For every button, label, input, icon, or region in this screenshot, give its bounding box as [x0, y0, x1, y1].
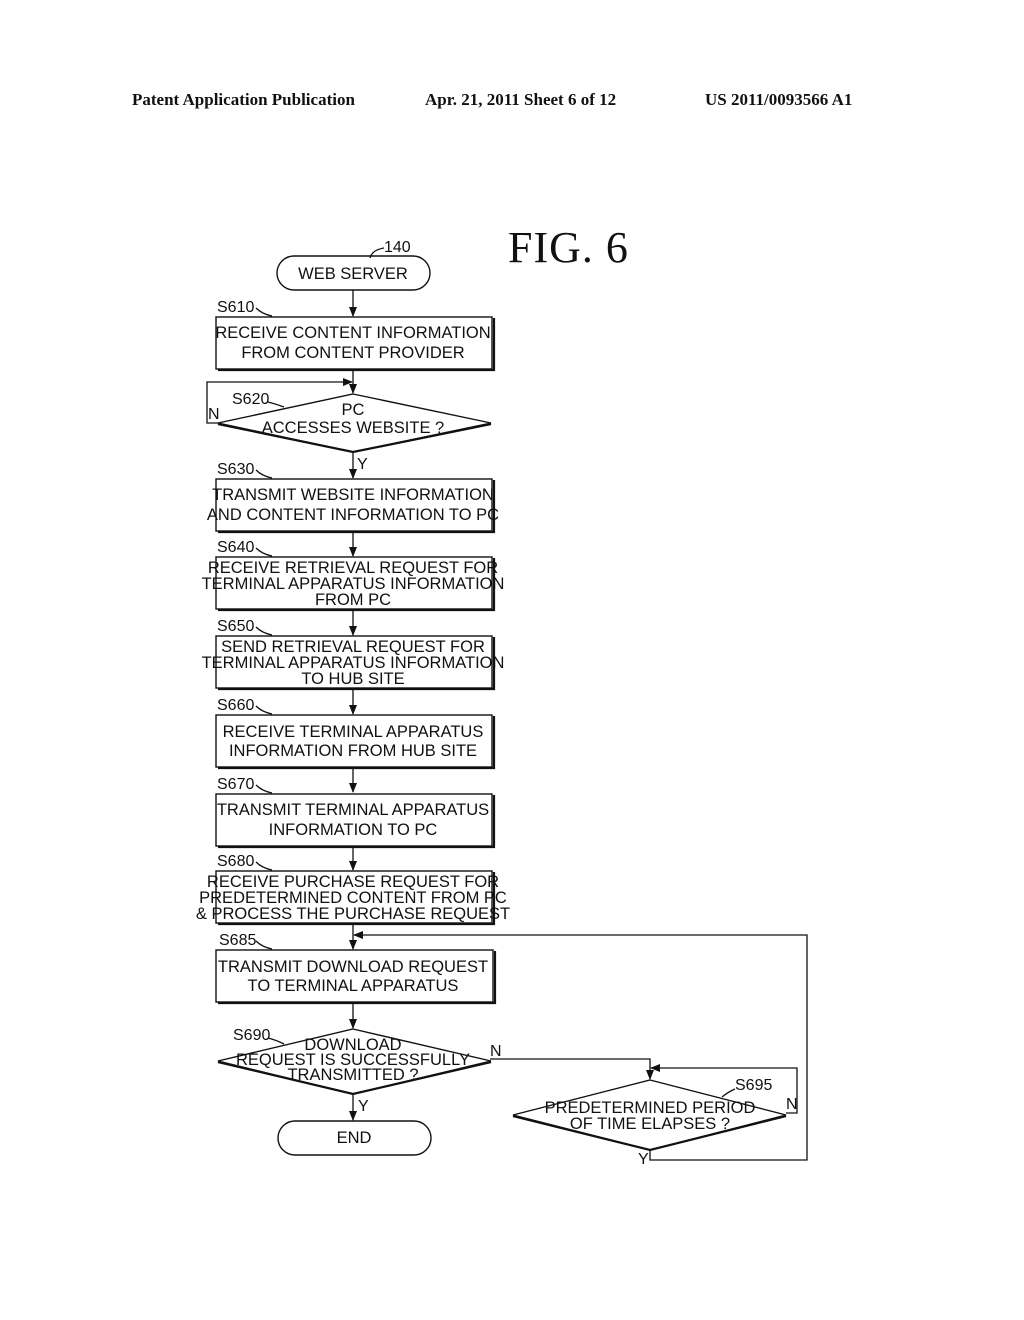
yes-label: Y [358, 1098, 369, 1115]
start-label: WEB SERVER [298, 265, 408, 283]
svg-text:PC: PC [342, 401, 365, 419]
svg-text:INFORMATION FROM HUB SITE: INFORMATION FROM HUB SITE [229, 742, 477, 760]
step-s670: TRANSMIT TERMINAL APPARATUS INFORMATION … [215, 776, 496, 849]
svg-text:TRANSMIT TERMINAL APPARATUS: TRANSMIT TERMINAL APPARATUS [217, 801, 489, 819]
svg-text:OF TIME ELAPSES ?: OF TIME ELAPSES ? [570, 1115, 730, 1133]
svg-text:TO TERMINAL APPARATUS: TO TERMINAL APPARATUS [248, 977, 459, 995]
svg-text:TO HUB SITE: TO HUB SITE [301, 670, 404, 688]
svg-text:TRANSMITTED ?: TRANSMITTED ? [287, 1066, 418, 1084]
start-terminator: WEB SERVER 140 [276, 239, 431, 291]
svg-text:FROM CONTENT PROVIDER: FROM CONTENT PROVIDER [241, 344, 464, 362]
svg-text:& PROCESS THE PURCHASE REQUEST: & PROCESS THE PURCHASE REQUEST [196, 905, 510, 923]
step-id: S620 [232, 391, 269, 408]
step-s695: PREDETERMINED PERIOD OF TIME ELAPSES ? S… [512, 1077, 798, 1168]
step-s660: RECEIVE TERMINAL APPARATUS INFORMATION F… [215, 697, 496, 770]
step-id: S670 [217, 776, 254, 793]
step-id: S630 [217, 461, 254, 478]
step-id: S640 [217, 539, 254, 556]
svg-text:AND CONTENT INFORMATION TO PC: AND CONTENT INFORMATION TO PC [207, 506, 499, 524]
no-label: N [208, 406, 220, 423]
start-ref: 140 [384, 239, 411, 256]
step-id: S680 [217, 853, 254, 870]
svg-text:TRANSMIT WEBSITE INFORMATION: TRANSMIT WEBSITE INFORMATION [212, 486, 494, 504]
end-terminator: END [277, 1120, 432, 1156]
step-s610: RECEIVE CONTENT INFORMATION FROM CONTENT… [215, 299, 496, 372]
step-s685: TRANSMIT DOWNLOAD REQUEST TO TERMINAL AP… [215, 932, 497, 1005]
svg-text:RECEIVE TERMINAL APPARATUS: RECEIVE TERMINAL APPARATUS [223, 723, 484, 741]
svg-text:RECEIVE CONTENT INFORMATION: RECEIVE CONTENT INFORMATION [215, 324, 490, 342]
step-id: S660 [217, 697, 254, 714]
yes-label: Y [638, 1151, 649, 1168]
step-s690: DOWNLOAD REQUEST IS SUCCESSFULLY TRANSMI… [217, 1027, 502, 1115]
step-id: S685 [219, 932, 256, 949]
svg-text:FROM PC: FROM PC [315, 591, 391, 609]
yes-label: Y [357, 456, 368, 473]
svg-text:ACCESSES WEBSITE ?: ACCESSES WEBSITE ? [262, 419, 444, 437]
step-id: S610 [217, 299, 254, 316]
no-label: N [786, 1096, 798, 1113]
svg-text:TRANSMIT DOWNLOAD REQUEST: TRANSMIT DOWNLOAD REQUEST [218, 958, 488, 976]
no-label: N [490, 1043, 502, 1060]
step-id: S695 [735, 1077, 772, 1094]
step-id: S650 [217, 618, 254, 635]
svg-text:INFORMATION TO PC: INFORMATION TO PC [269, 821, 438, 839]
end-label: END [337, 1129, 372, 1147]
arrow-s690-no-s695 [490, 1058, 654, 1080]
flowchart: WEB SERVER 140 RECEIVE CONTENT INFORMATI… [196, 239, 808, 1168]
step-id: S690 [233, 1027, 270, 1044]
